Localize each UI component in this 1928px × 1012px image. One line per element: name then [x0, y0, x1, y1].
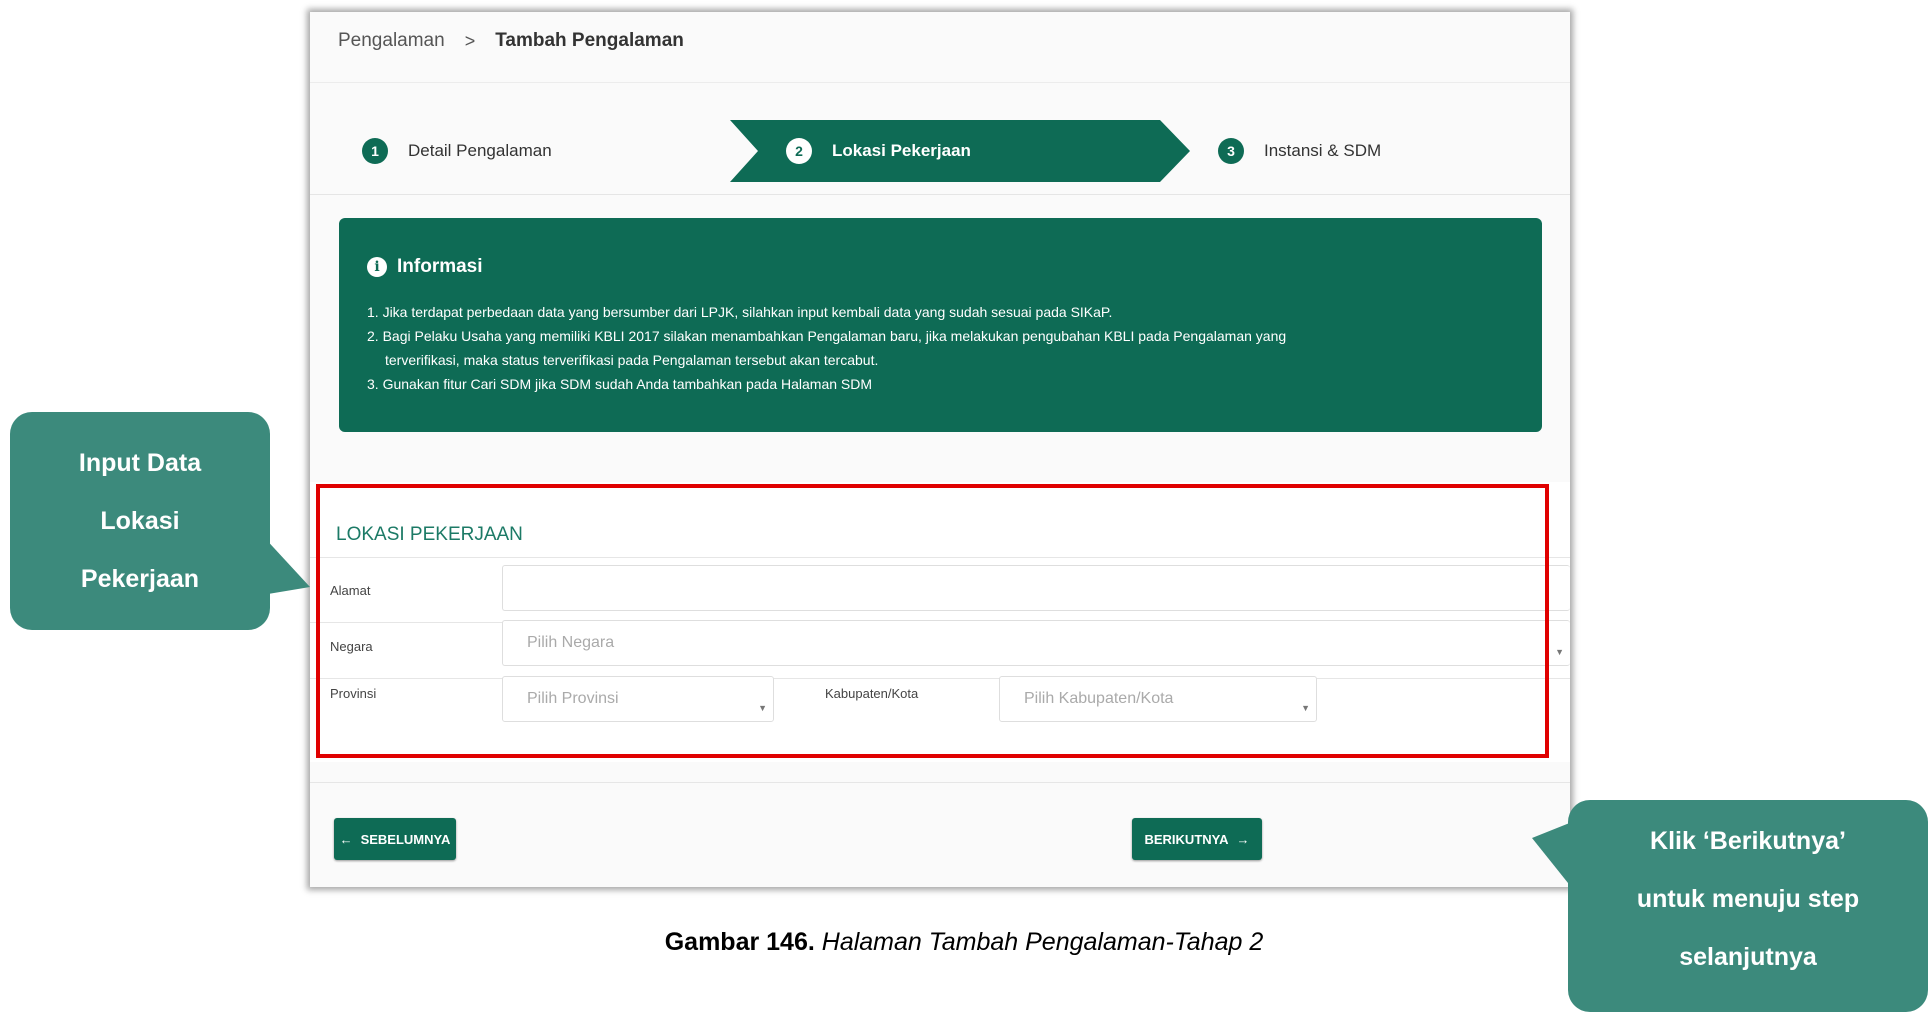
breadcrumb: Pengalaman > Tambah Pengalaman — [338, 30, 684, 52]
left-callout: Input Data Lokasi Pekerjaan — [10, 412, 270, 630]
step-detail-pengalaman[interactable]: 1 Detail Pengalaman — [362, 120, 552, 182]
info-title-text: Informasi — [397, 256, 483, 277]
arrow-right-icon: → — [1236, 831, 1250, 847]
breadcrumb-current: Tambah Pengalaman — [495, 30, 684, 51]
step-label: Detail Pengalaman — [408, 141, 552, 160]
divider — [310, 194, 1570, 195]
caption-text: Halaman Tambah Pengalaman-Tahap 2 — [821, 928, 1264, 956]
info-title: i Informasi — [367, 256, 483, 278]
caret-down-icon: ▼ — [1555, 647, 1564, 657]
breadcrumb-separator: > — [464, 30, 476, 51]
callout-line: Input Data — [78, 449, 202, 477]
step-lokasi-pekerjaan[interactable]: 2 Lokasi Pekerjaan — [786, 120, 971, 182]
info-panel: i Informasi 1. Jika terdapat perbedaan d… — [339, 218, 1542, 432]
step-number: 2 — [786, 138, 812, 164]
step-instansi-sdm[interactable]: 3 Instansi & SDM — [1218, 120, 1381, 182]
info-list: 1. Jika terdapat perbedaan data yang ber… — [367, 300, 1517, 396]
figure-caption: Gambar 146. Halaman Tambah Pengalaman-Ta… — [0, 928, 1928, 957]
callout-line: untuk menuju step — [1636, 885, 1860, 913]
highlight-box — [316, 484, 1549, 758]
next-button[interactable]: BERIKUTNYA → — [1132, 818, 1262, 860]
step-number: 3 — [1218, 138, 1244, 164]
previous-button[interactable]: ← SEBELUMNYA — [334, 818, 456, 860]
breadcrumb-parent[interactable]: Pengalaman — [338, 30, 445, 52]
next-button-label: BERIKUTNYA — [1144, 831, 1229, 847]
info-item: 3. Gunakan fitur Cari SDM jika SDM sudah… — [367, 376, 873, 392]
stepper: 1 Detail Pengalaman 2 Lokasi Pekerjaan 3… — [310, 120, 1570, 182]
info-icon: i — [367, 257, 387, 277]
arrow-left-icon: ← — [339, 831, 353, 847]
right-callout: Klik ‘Berikutnya’ untuk menuju step sela… — [1568, 800, 1928, 1012]
divider — [310, 82, 1570, 83]
caption-number: Gambar 146. — [664, 928, 815, 956]
previous-button-label: SEBELUMNYA — [360, 831, 451, 847]
step-number: 1 — [362, 138, 388, 164]
callout-line: Klik ‘Berikutnya’ — [1650, 827, 1846, 855]
callout-line: Lokasi — [100, 507, 180, 535]
step-label: Instansi & SDM — [1264, 141, 1382, 160]
callout-line: Pekerjaan — [80, 565, 200, 593]
step-label: Lokasi Pekerjaan — [832, 141, 971, 160]
info-item: 2. Bagi Pelaku Usaha yang memiliki KBLI … — [367, 328, 1287, 344]
info-item-continued: terverifikasi, maka status terverifikasi… — [385, 352, 879, 368]
divider — [310, 782, 1570, 783]
right-callout-pointer — [1532, 822, 1572, 888]
info-item: 1. Jika terdapat perbedaan data yang ber… — [367, 304, 1113, 320]
